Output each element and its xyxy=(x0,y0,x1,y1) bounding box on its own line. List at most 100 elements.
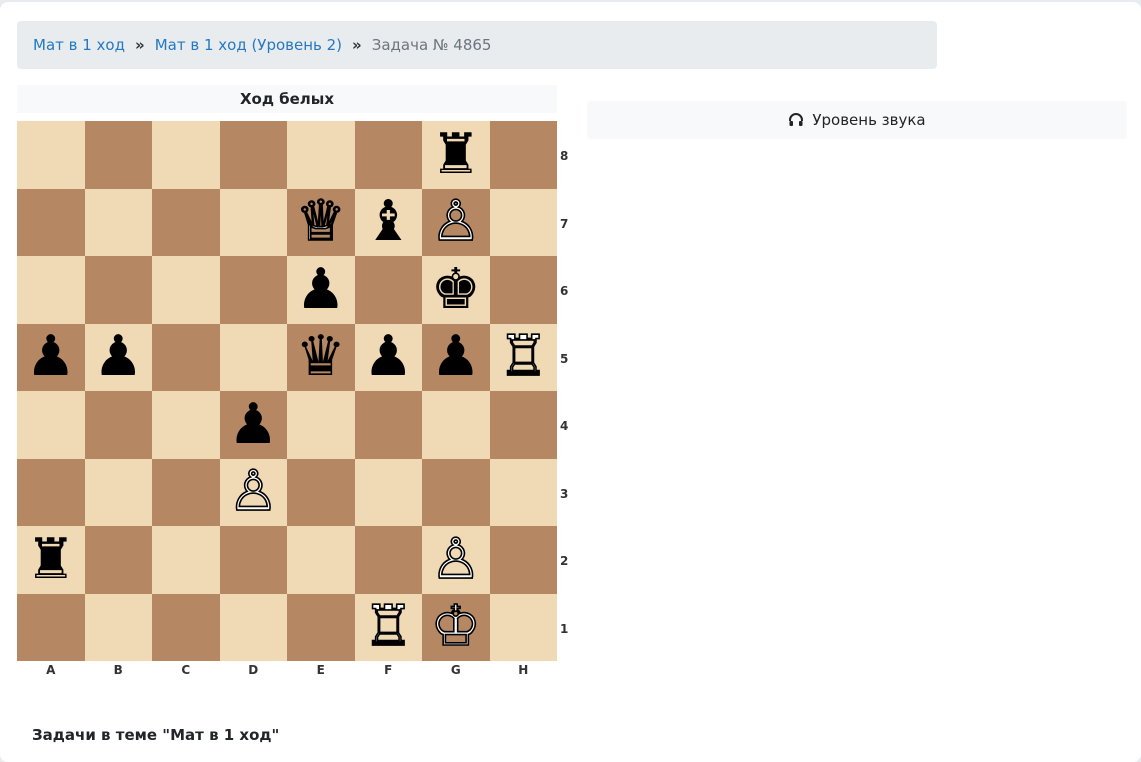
square-d3[interactable]: ♙ xyxy=(219,458,287,526)
file-label: A xyxy=(46,663,56,677)
square-b2[interactable] xyxy=(84,526,152,594)
square-h4[interactable] xyxy=(489,391,557,459)
square-a1[interactable] xyxy=(17,593,85,661)
square-f6[interactable] xyxy=(354,256,422,324)
rank-label: 8 xyxy=(560,149,569,163)
file-label: E xyxy=(316,663,325,677)
square-e8[interactable] xyxy=(287,121,355,189)
rank-label: 1 xyxy=(560,621,569,636)
square-h1[interactable] xyxy=(489,593,557,661)
square-f3[interactable] xyxy=(354,458,422,526)
square-e2[interactable] xyxy=(287,526,355,594)
square-c5[interactable] xyxy=(152,323,220,391)
square-e4[interactable] xyxy=(287,391,355,459)
square-a7[interactable] xyxy=(17,188,85,256)
square-b5[interactable]: ♟ xyxy=(84,323,152,391)
black-rook-piece[interactable]: ♜ xyxy=(431,126,481,183)
black-pawn-piece[interactable]: ♟ xyxy=(431,329,481,385)
square-a3[interactable] xyxy=(17,458,85,526)
square-d2[interactable] xyxy=(219,526,287,594)
square-f7[interactable]: ♝ xyxy=(354,188,422,256)
square-g6[interactable]: ♚ xyxy=(422,256,490,324)
square-g1[interactable]: ♔ xyxy=(422,593,490,661)
square-d8[interactable] xyxy=(219,121,287,189)
square-h3[interactable] xyxy=(489,458,557,526)
square-e3[interactable] xyxy=(287,458,355,526)
square-d6[interactable] xyxy=(219,256,287,324)
white-pawn-piece[interactable]: ♙ xyxy=(430,530,482,588)
black-pawn-piece[interactable]: ♟ xyxy=(26,329,76,385)
square-h6[interactable] xyxy=(489,256,557,324)
rank-label: 5 xyxy=(560,351,569,366)
black-pawn-piece[interactable]: ♟ xyxy=(93,329,143,385)
square-b1[interactable] xyxy=(84,593,152,661)
square-g5[interactable]: ♟ xyxy=(422,323,490,391)
chess-board[interactable]: ♜ ♕ ♝ ♙ ♟ ♚ ♟ ♟ ♛ ♟ ♟ ♖ ♟ ♙ ♜ ♙ ♖ ♔ xyxy=(17,121,557,661)
breadcrumb-link-level-2[interactable]: Мат в 1 ход (Уровень 2) xyxy=(155,36,342,54)
headphones-icon xyxy=(789,113,804,126)
square-b4[interactable] xyxy=(84,391,152,459)
square-d7[interactable] xyxy=(219,188,287,256)
black-rook-piece[interactable]: ♜ xyxy=(26,531,76,588)
square-a2[interactable]: ♜ xyxy=(17,526,85,594)
black-king-piece[interactable]: ♚ xyxy=(431,261,481,318)
square-b3[interactable] xyxy=(84,458,152,526)
black-pawn-piece[interactable]: ♟ xyxy=(296,261,346,318)
square-e1[interactable] xyxy=(287,593,355,661)
black-bishop-piece[interactable]: ♝ xyxy=(363,194,413,250)
square-g8[interactable]: ♜ xyxy=(422,121,490,189)
square-c2[interactable] xyxy=(152,526,220,594)
file-label: B xyxy=(113,663,123,677)
square-c7[interactable] xyxy=(152,188,220,256)
square-h8[interactable] xyxy=(489,121,557,189)
topic-title: Задачи в теме "Мат в 1 ход" xyxy=(32,726,280,744)
file-label: C xyxy=(181,663,191,677)
square-c8[interactable] xyxy=(152,121,220,189)
square-e6[interactable]: ♟ xyxy=(287,256,355,324)
square-c3[interactable] xyxy=(152,458,220,526)
square-f1[interactable]: ♖ xyxy=(354,593,422,661)
square-g2[interactable]: ♙ xyxy=(422,526,490,594)
square-d1[interactable] xyxy=(219,593,287,661)
square-a4[interactable] xyxy=(17,391,85,459)
file-label: H xyxy=(518,663,529,677)
breadcrumb-link-mate-in-1[interactable]: Мат в 1 ход xyxy=(33,36,125,54)
white-rook-piece[interactable]: ♖ xyxy=(497,328,549,386)
square-d5[interactable] xyxy=(219,323,287,391)
square-a5[interactable]: ♟ xyxy=(17,323,85,391)
square-b6[interactable] xyxy=(84,256,152,324)
square-c6[interactable] xyxy=(152,256,220,324)
black-queen-piece[interactable]: ♛ xyxy=(296,329,346,385)
square-g4[interactable] xyxy=(422,391,490,459)
white-king-piece[interactable]: ♔ xyxy=(430,598,482,656)
white-pawn-piece[interactable]: ♙ xyxy=(430,193,482,251)
breadcrumb-separator: » xyxy=(135,36,145,54)
square-f4[interactable] xyxy=(354,391,422,459)
file-label: D xyxy=(248,663,259,677)
square-b8[interactable] xyxy=(84,121,152,189)
square-g3[interactable] xyxy=(422,458,490,526)
square-c4[interactable] xyxy=(152,391,220,459)
square-g7[interactable]: ♙ xyxy=(422,188,490,256)
white-rook-piece[interactable]: ♖ xyxy=(362,598,414,656)
white-pawn-piece[interactable]: ♙ xyxy=(227,463,279,521)
sound-level-button[interactable]: Уровень звука xyxy=(587,101,1127,139)
black-pawn-piece[interactable]: ♟ xyxy=(228,396,278,453)
square-a6[interactable] xyxy=(17,256,85,324)
black-pawn-piece[interactable]: ♟ xyxy=(363,329,413,385)
file-label: G xyxy=(450,663,461,677)
square-h7[interactable] xyxy=(489,188,557,256)
square-c1[interactable] xyxy=(152,593,220,661)
rank-label: 4 xyxy=(560,419,569,433)
square-e7[interactable]: ♕ xyxy=(287,188,355,256)
white-queen-piece[interactable]: ♕ xyxy=(295,193,347,251)
square-e5[interactable]: ♛ xyxy=(287,323,355,391)
square-f2[interactable] xyxy=(354,526,422,594)
square-d4[interactable]: ♟ xyxy=(219,391,287,459)
square-b7[interactable] xyxy=(84,188,152,256)
square-f8[interactable] xyxy=(354,121,422,189)
square-a8[interactable] xyxy=(17,121,85,189)
square-f5[interactable]: ♟ xyxy=(354,323,422,391)
square-h2[interactable] xyxy=(489,526,557,594)
square-h5[interactable]: ♖ xyxy=(489,323,557,391)
